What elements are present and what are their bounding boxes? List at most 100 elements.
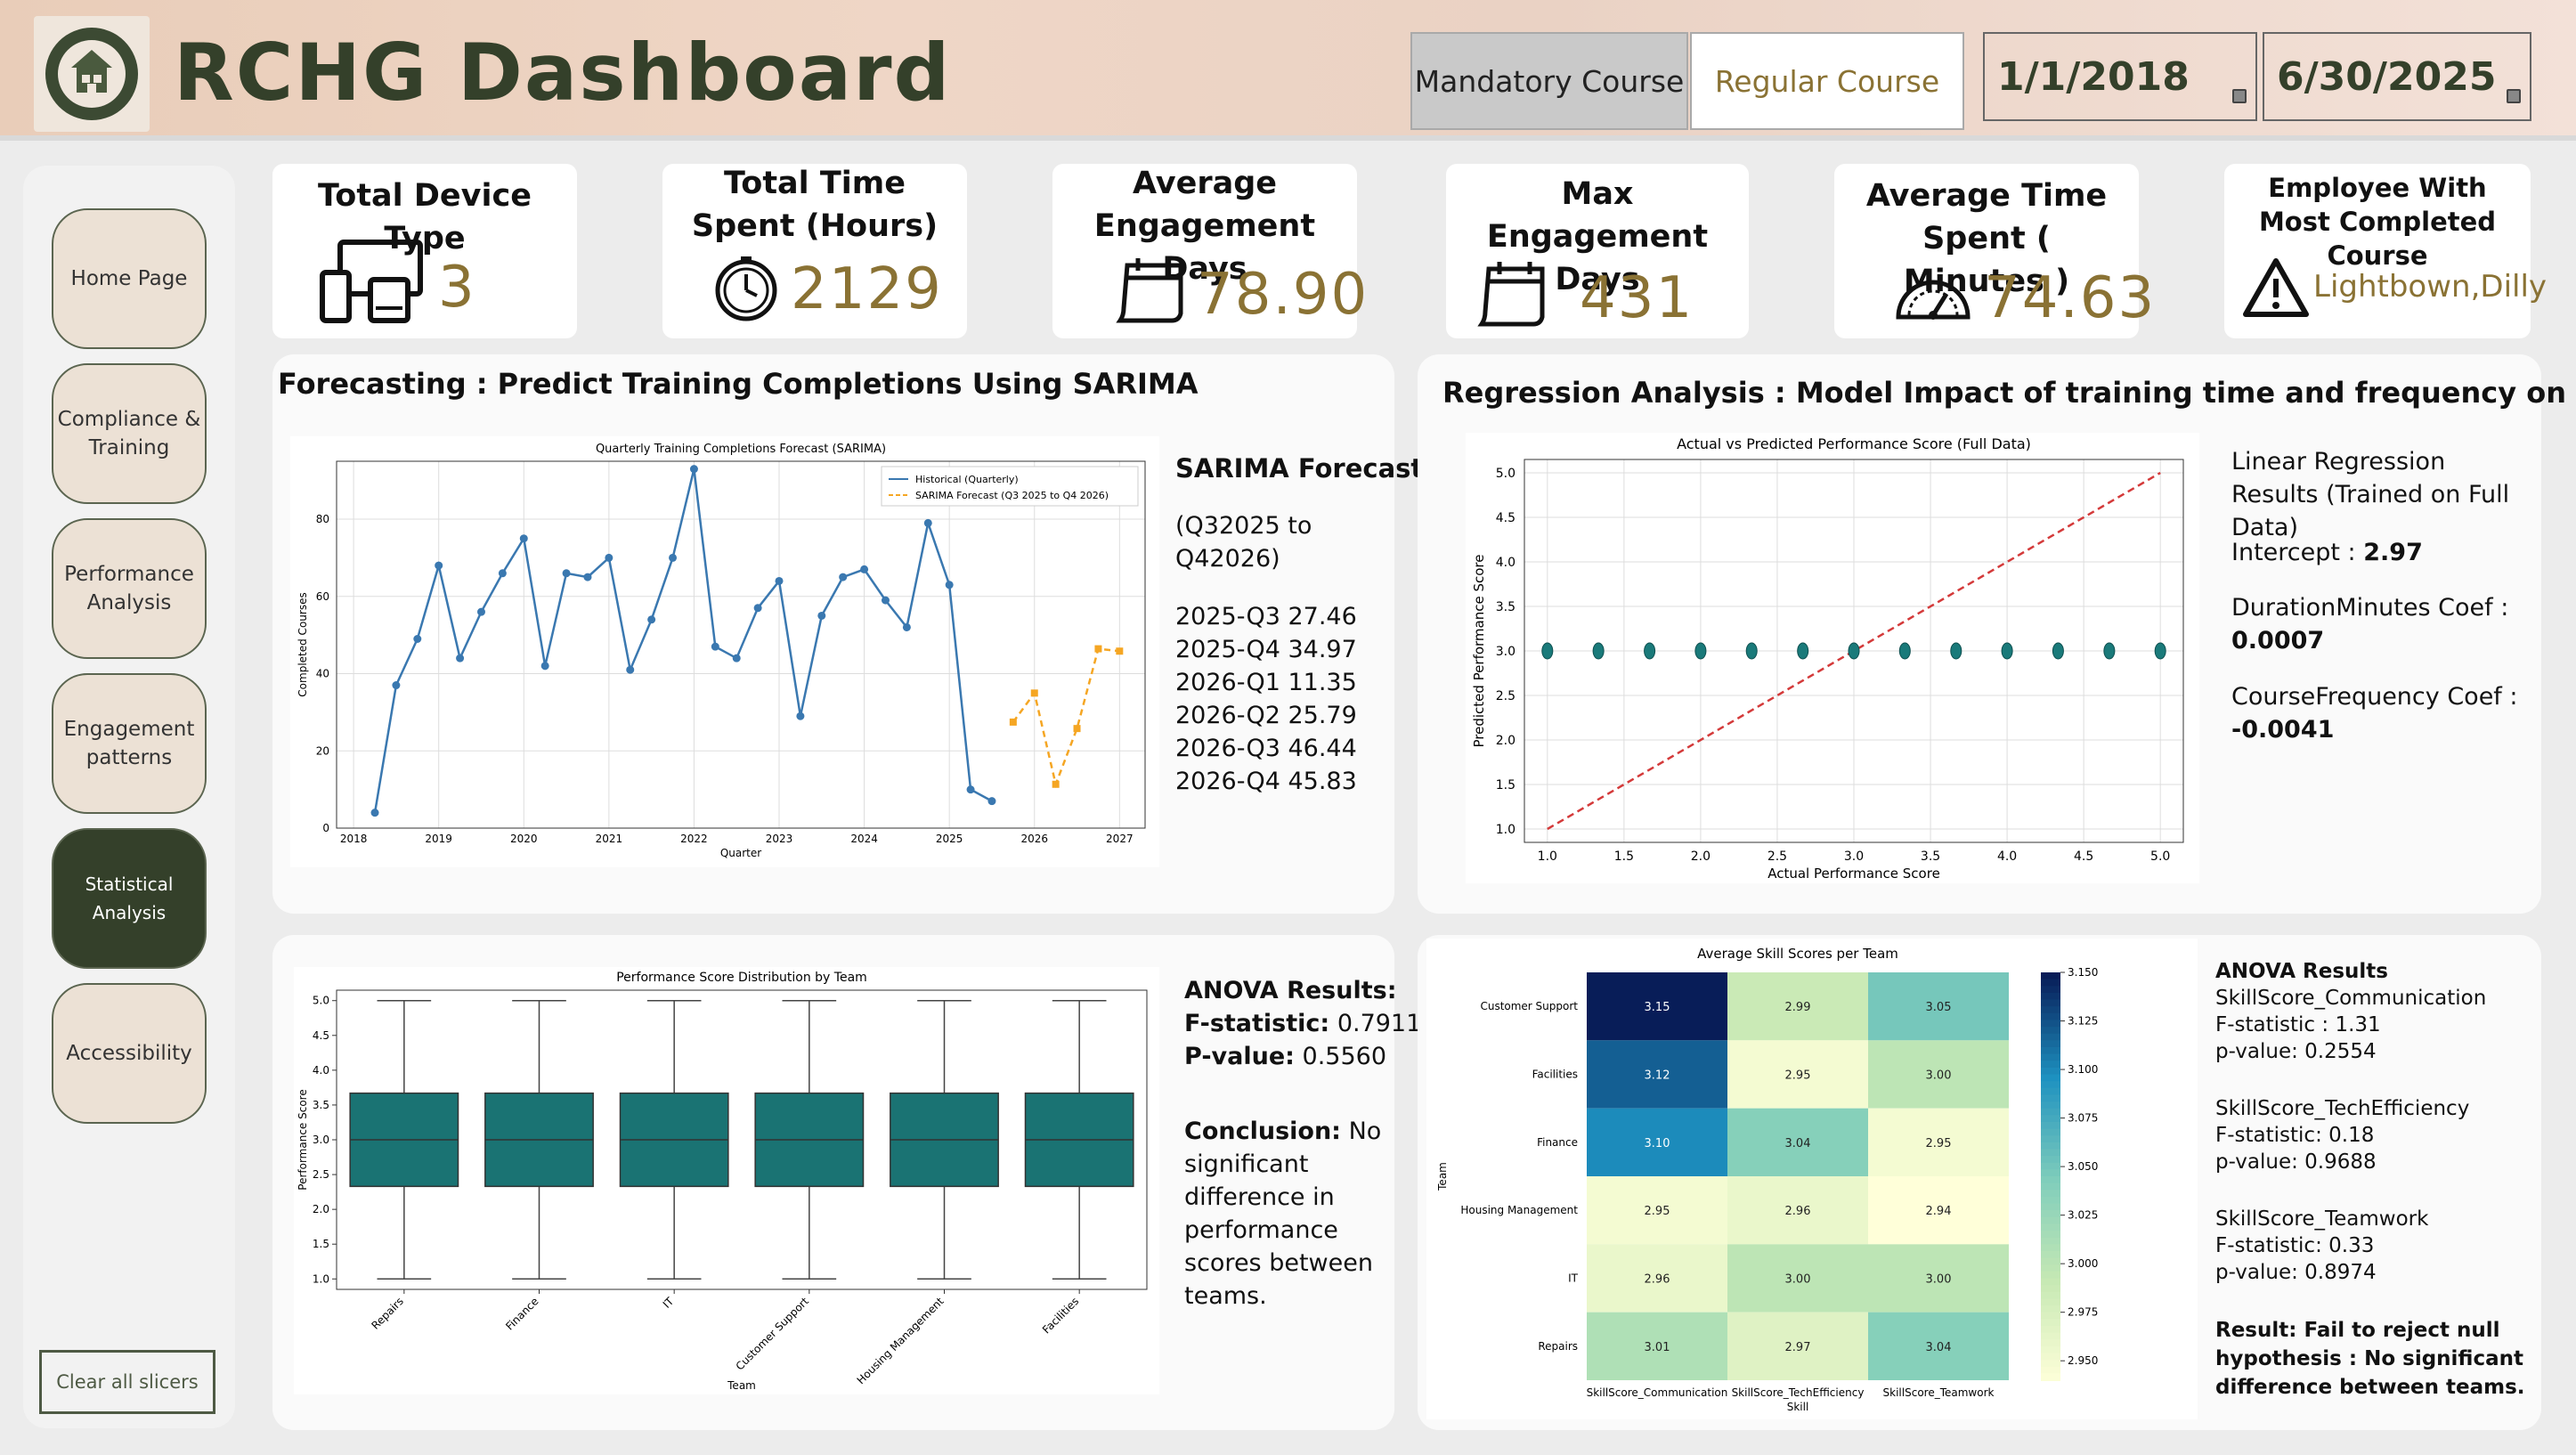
y-tick-label: 3.5 [1496, 600, 1516, 614]
sidebar-item-label: Accessibility [66, 1042, 192, 1065]
sarima-line: 2026-Q1 11.35 [1175, 669, 1357, 696]
colorbar-segment [2041, 1360, 2060, 1368]
conclusion-label: Conclusion: [1184, 1118, 1341, 1145]
colorbar-segment [2041, 1101, 2060, 1110]
legend-label: SARIMA Forecast (Q3 2025 to Q4 2026) [915, 490, 1109, 501]
page-title: RCHG Dashboard [174, 27, 952, 118]
y-axis-label: Completed Courses [297, 592, 309, 696]
colorbar-segment [2041, 1135, 2060, 1143]
sidebar-item-engagement[interactable]: Engagement patterns [52, 673, 207, 814]
data-point [839, 573, 848, 581]
regular-course-button[interactable]: Regular Course [1690, 32, 1964, 130]
f-label: F-statistic: [1184, 1010, 1330, 1037]
header-bar: RCHG Dashboard Mandatory Course Regular … [0, 0, 2576, 141]
colorbar-segment [2041, 1353, 2060, 1362]
sidebar-item-label: Home Page [70, 267, 188, 290]
data-point [498, 569, 507, 578]
data-point [1052, 780, 1060, 788]
colorbar-segment [2041, 1067, 2060, 1076]
anova2-f: F-statistic : 1.31 [2215, 1013, 2381, 1036]
end-date-input[interactable]: 6/30/2025 [2263, 32, 2531, 121]
colorbar-segment [2041, 1081, 2060, 1089]
sidebar-item-label: Statistical Analysis [85, 874, 174, 923]
y-axis-label: Performance Score [297, 1089, 309, 1190]
y-tick-label: 2.0 [1496, 734, 1516, 748]
x-axis-label: Actual Performance Score [1767, 866, 1940, 882]
cell-value: 3.00 [1926, 1069, 1952, 1083]
clear-slicers-button[interactable]: Clear all slicers [39, 1350, 215, 1414]
kpi-value: 78.90 [1197, 262, 1369, 328]
stopwatch-icon [715, 256, 777, 321]
anova2-result: difference between teams. [2215, 1376, 2525, 1399]
cell-value: 2.95 [1785, 1069, 1811, 1083]
calendar-icon[interactable] [2232, 89, 2247, 103]
p-value: 0.5560 [1302, 1043, 1387, 1070]
data-point [413, 634, 422, 643]
intercept-label: Intercept : [2231, 539, 2356, 566]
y-tick-label: 60 [316, 590, 329, 603]
colorbar-segment [2041, 1020, 2060, 1028]
colorbar-segment [2041, 1250, 2060, 1259]
kpi-value: 74.63 [1984, 265, 2157, 331]
sidebar: Home Page Compliance & Training Performa… [23, 166, 235, 1428]
x-tick-label: 2020 [510, 833, 538, 845]
x-tick-label: Customer Support [734, 1295, 812, 1373]
cell-value: 3.12 [1645, 1069, 1670, 1083]
sidebar-item-home[interactable]: Home Page [52, 208, 207, 349]
y-tick-label: Customer Support [1480, 1000, 1578, 1012]
colorbar-segment [2041, 1149, 2060, 1158]
colorbar-label: 3.125 [2068, 1015, 2098, 1028]
anova2-f: F-statistic: 0.33 [2215, 1234, 2375, 1257]
conclusion-row: Conclusion: No [1184, 1115, 1381, 1148]
colorbar-segment [2041, 1053, 2060, 1062]
speedometer-icon [1896, 280, 1971, 320]
calendar-icon[interactable] [2507, 89, 2521, 103]
kpi-value: 2129 [791, 256, 943, 322]
y-tick-label: 0 [322, 822, 329, 834]
sidebar-item-performance[interactable]: Performance Analysis [52, 518, 207, 659]
kpi-card-avg-engagement: Average Engagement Days 78.90 [1052, 164, 1367, 338]
y-tick-label: 4.0 [1496, 556, 1516, 570]
anova2-skill-name: SkillScore_TechEfficiency [2215, 1097, 2470, 1120]
cell-value: 3.10 [1645, 1137, 1670, 1150]
kpi-title: Total Time Spent (Hours) [691, 166, 939, 244]
y-tick-label: Repairs [1538, 1340, 1578, 1353]
colorbar-segment [2041, 1257, 2060, 1266]
y-axis-label: Team [1436, 1162, 1449, 1191]
data-point [2103, 642, 2116, 660]
sidebar-item-accessibility[interactable]: Accessibility [52, 983, 207, 1124]
colorbar-segment [2041, 1006, 2060, 1014]
conclusion-text: difference in [1184, 1183, 1335, 1211]
y-tick-label: 5.0 [1496, 467, 1516, 481]
data-point [2001, 642, 2013, 660]
x-tick-label: Repairs [369, 1295, 405, 1331]
data-point [562, 569, 571, 578]
y-tick-label: 4.0 [313, 1064, 329, 1077]
colorbar-segment [2041, 1012, 2060, 1021]
x-tick-label: 5.0 [2150, 849, 2170, 864]
data-point [1541, 642, 1554, 660]
cell-value: 3.05 [1926, 1001, 1952, 1014]
cell-value: 2.99 [1785, 1001, 1811, 1014]
duration-coef-label: DurationMinutes Coef : [2231, 594, 2509, 622]
chart-title: Average Skill Scores per Team [1697, 946, 1898, 962]
cell-value: 2.96 [1785, 1205, 1811, 1218]
colorbar-segment [2041, 1108, 2060, 1117]
mandatory-course-button[interactable]: Mandatory Course [1410, 32, 1688, 130]
kpi-card-max-engagement: Max Engagement Days 431 [1446, 164, 1749, 338]
sidebar-item-statistical[interactable]: Statistical Analysis [52, 828, 207, 969]
sidebar-item-compliance[interactable]: Compliance & Training [52, 363, 207, 504]
intercept-value: 2.97 [2363, 539, 2423, 566]
data-point [775, 576, 784, 585]
sarima-line: 2025-Q4 34.97 [1175, 636, 1357, 663]
p-label: P-value: [1184, 1043, 1295, 1070]
cell-value: 3.01 [1645, 1341, 1670, 1354]
start-date-input[interactable]: 1/1/2018 [1983, 32, 2257, 121]
colorbar-segment [2041, 979, 2060, 988]
data-point [2154, 642, 2166, 660]
colorbar-segment [2041, 1278, 2060, 1287]
x-tick-label: 3.5 [1921, 849, 1940, 864]
devices-icon [320, 240, 423, 323]
colorbar-segment [2041, 1285, 2060, 1293]
regression-panel: Regression Analysis : Model Impact of tr… [1418, 354, 2576, 914]
